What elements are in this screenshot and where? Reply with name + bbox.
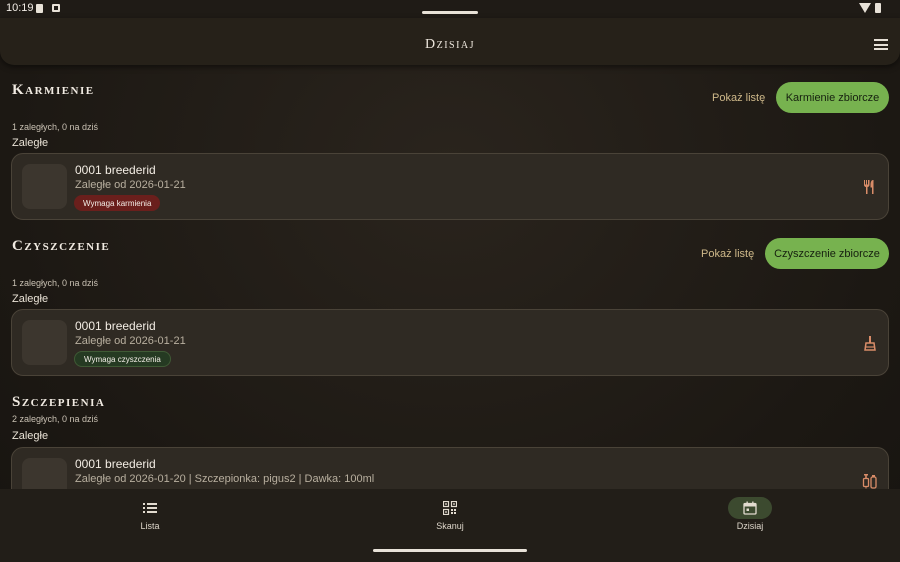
show-list-button[interactable]: Pokaż listę	[712, 92, 765, 104]
status-bar: 10:19	[0, 0, 900, 18]
page-title: Dzisiaj	[424, 37, 476, 52]
nav-item-today[interactable]: Dzisiaj	[690, 489, 810, 549]
section-title: Czyszczenie	[12, 238, 111, 254]
bulk-feeding-button[interactable]: Karmienie zbiorcze	[776, 82, 889, 113]
show-list-button[interactable]: Pokaż listę	[701, 248, 754, 260]
item-name: 0001 breederid	[75, 163, 156, 177]
nav-label: Skanuj	[436, 521, 464, 531]
qr-code-icon	[443, 501, 457, 515]
list-item[interactable]: 0001 breederid Zaległe od 2026-01-21 Wym…	[11, 309, 889, 376]
section-title: Szczepienia	[12, 394, 106, 410]
nav-label: Lista	[140, 521, 160, 531]
section-title: Karmienie	[12, 82, 95, 98]
nav-item-scan[interactable]: Skanuj	[390, 489, 510, 549]
notification-icon	[52, 4, 60, 12]
overdue-label: Zaległe	[12, 430, 49, 442]
battery-icon	[875, 3, 881, 13]
utensils-icon[interactable]	[862, 179, 878, 195]
wifi-icon	[859, 3, 871, 13]
camera-pill	[422, 11, 478, 14]
item-subtitle: Zaległe od 2026-01-21	[75, 179, 186, 191]
broom-icon[interactable]	[862, 335, 878, 351]
item-name: 0001 breederid	[75, 319, 156, 333]
counts-text: 1 zaległych, 0 na dziś	[12, 278, 99, 288]
item-subtitle: Zaległe od 2026-01-21	[75, 335, 186, 347]
top-app-bar: Dzisiaj	[0, 18, 900, 65]
menu-icon[interactable]	[874, 39, 888, 50]
avatar	[22, 164, 67, 209]
counts-text: 2 zaległych, 0 na dziś	[12, 414, 99, 424]
calendar-icon	[743, 501, 757, 515]
avatar	[22, 320, 67, 365]
list-icon	[143, 503, 157, 513]
item-subtitle: Zaległe od 2026-01-20 | Szczepionka: pig…	[75, 473, 375, 485]
home-indicator[interactable]	[373, 549, 527, 552]
status-time: 10:19	[6, 2, 34, 14]
overdue-label: Zaległe	[12, 293, 49, 305]
bulk-cleaning-button[interactable]: Czyszczenie zbiorcze	[765, 238, 889, 269]
bottom-navigation: Lista Skanuj Dzisiaj	[0, 489, 900, 562]
nav-label: Dzisiaj	[736, 521, 764, 531]
nav-item-list[interactable]: Lista	[90, 489, 210, 549]
item-name: 0001 breederid	[75, 457, 156, 471]
list-item[interactable]: 0001 breederid Zaległe od 2026-01-21 Wym…	[11, 153, 889, 220]
overdue-label: Zaległe	[12, 137, 49, 149]
status-badge: Wymaga karmienia	[74, 195, 161, 211]
sd-card-icon	[36, 4, 43, 13]
status-badge: Wymaga czyszczenia	[74, 351, 171, 367]
counts-text: 1 zaległych, 0 na dziś	[12, 122, 99, 132]
syringe-icon[interactable]	[862, 473, 878, 489]
